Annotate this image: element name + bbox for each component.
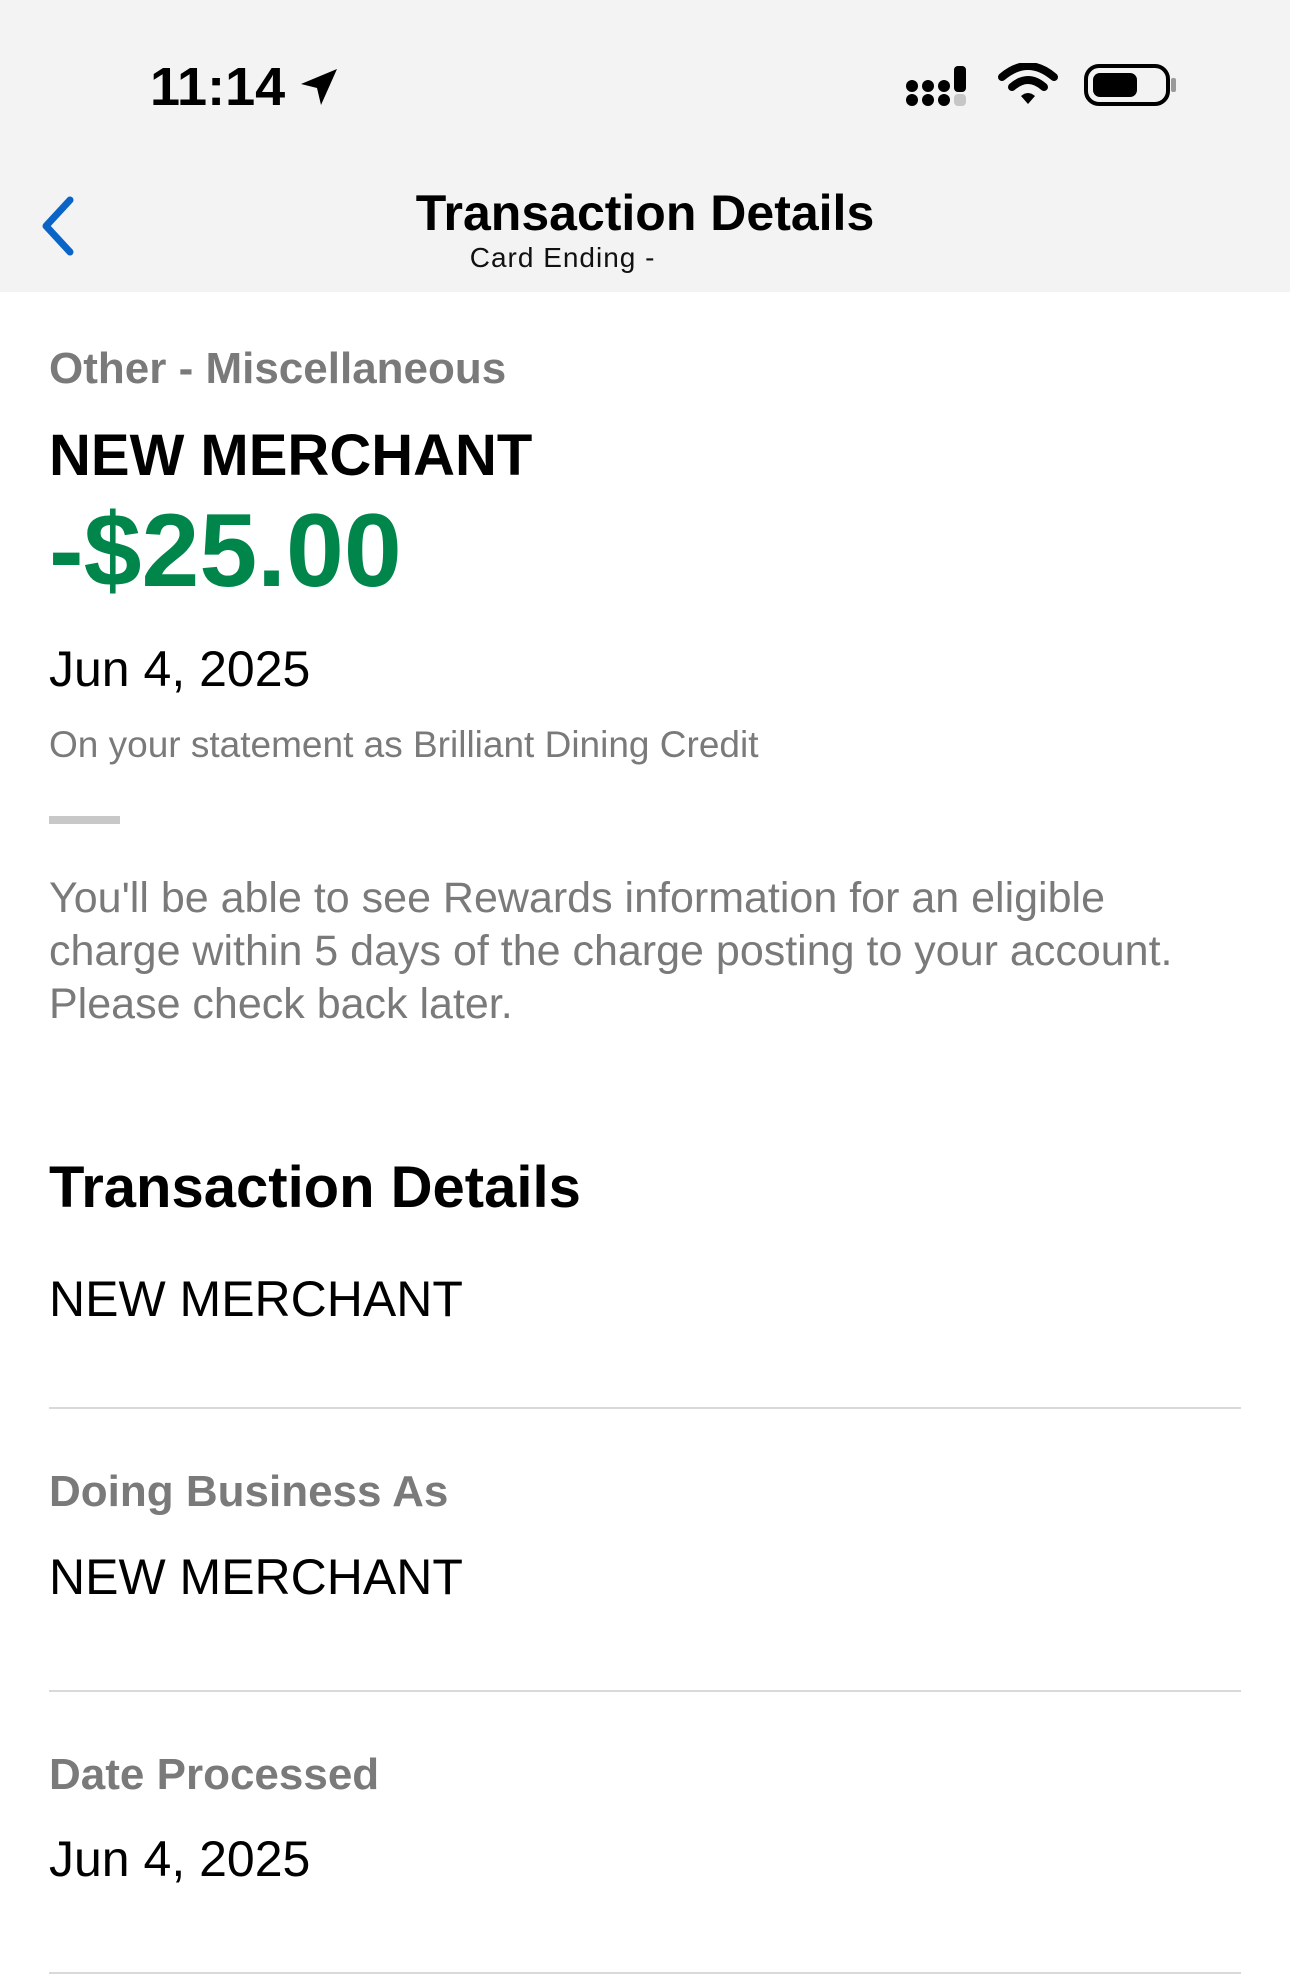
dba-value: NEW MERCHANT bbox=[49, 1549, 463, 1605]
page-title: Transaction Details bbox=[415, 185, 875, 241]
status-icons bbox=[904, 62, 1178, 108]
card-ending-label: Card Ending - bbox=[469, 242, 665, 273]
location-arrow-icon bbox=[301, 69, 338, 105]
cellular-signal-icon bbox=[906, 66, 966, 106]
date-processed-value: Jun 4, 2025 bbox=[49, 1831, 311, 1887]
transaction-date: Jun 4, 2025 bbox=[49, 641, 311, 697]
merchant-name: NEW MERCHANT bbox=[49, 423, 533, 488]
card-ending-subtitle: Card Ending - bbox=[0, 242, 1290, 275]
redacted-card-number bbox=[670, 244, 821, 275]
transaction-amount: -$25.00 bbox=[49, 493, 402, 609]
divider bbox=[49, 1690, 1241, 1692]
top-bar: 11:14 Transaction Details Card Ending - bbox=[0, 0, 1290, 292]
statement-description: On your statement as Brilliant Dining Cr… bbox=[49, 724, 759, 765]
details-merchant-name: NEW MERCHANT bbox=[49, 1271, 463, 1327]
transaction-category: Other - Miscellaneous bbox=[49, 344, 507, 393]
battery-icon bbox=[1084, 64, 1176, 106]
details-section-title: Transaction Details bbox=[49, 1155, 581, 1220]
rewards-placeholder-dash bbox=[49, 816, 120, 824]
divider bbox=[49, 1407, 1241, 1409]
dba-label: Doing Business As bbox=[49, 1467, 449, 1516]
wifi-icon bbox=[998, 63, 1058, 104]
divider bbox=[49, 1972, 1241, 1974]
status-time: 11:14 bbox=[150, 56, 343, 118]
status-time-text: 11:14 bbox=[150, 57, 286, 117]
rewards-notice: You'll be able to see Rewards informatio… bbox=[49, 874, 1173, 1028]
date-processed-label: Date Processed bbox=[49, 1750, 380, 1799]
